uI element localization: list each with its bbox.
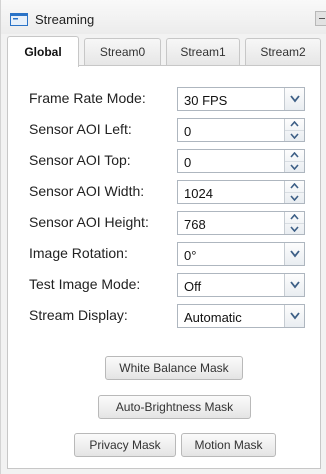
frame-rate-mode-label: Frame Rate Mode: [29, 90, 146, 106]
frame-rate-mode-value: 30 FPS [184, 93, 228, 108]
frame-rate-mode-select[interactable]: 30 FPS [177, 87, 305, 111]
chevron-down-icon[interactable] [285, 161, 304, 172]
tab-stream1[interactable]: Stream1 [166, 38, 240, 65]
sensor-aoi-height-value: 768 [184, 217, 206, 232]
tab-global[interactable]: Global [7, 36, 79, 67]
chevron-down-icon[interactable] [284, 274, 304, 296]
stream-tabs: Global Stream0 Stream1 Stream2 [1, 36, 326, 67]
sensor-aoi-top-label: Sensor AOI Top: [29, 152, 131, 168]
sensor-aoi-left-label: Sensor AOI Left: [29, 121, 132, 137]
chevron-down-icon[interactable] [284, 305, 304, 327]
collapse-icon[interactable] [315, 11, 326, 26]
stream-display-select[interactable]: Automatic [177, 304, 305, 328]
stream-display-label: Stream Display: [29, 307, 128, 323]
chevron-down-icon[interactable] [285, 130, 304, 141]
chevron-down-icon[interactable] [285, 223, 304, 234]
panel-titlebar[interactable]: Streaming [1, 0, 326, 34]
sensor-aoi-left-input[interactable]: 0 [177, 118, 305, 142]
image-rotation-select[interactable]: 0° [177, 242, 305, 266]
chevron-up-icon[interactable] [285, 181, 304, 192]
sensor-aoi-top-input[interactable]: 0 [177, 149, 305, 173]
chevron-up-icon[interactable] [285, 150, 304, 161]
image-rotation-value: 0° [184, 248, 197, 263]
sensor-aoi-width-value: 1024 [184, 186, 213, 201]
test-image-mode-label: Test Image Mode: [29, 276, 141, 292]
sensor-aoi-left-spinner [284, 119, 304, 141]
tab-stream2[interactable]: Stream2 [245, 38, 321, 65]
sensor-aoi-left-value: 0 [184, 124, 192, 139]
chevron-down-icon[interactable] [284, 243, 304, 265]
streaming-panel: Streaming Global Stream0 Stream1 Stream2… [0, 0, 326, 474]
test-image-mode-value: Off [184, 279, 202, 294]
test-image-mode-select[interactable]: Off [177, 273, 305, 297]
sensor-aoi-width-label: Sensor AOI Width: [29, 183, 145, 199]
sensor-aoi-width-input[interactable]: 1024 [177, 180, 305, 204]
motion-mask-button[interactable]: Motion Mask [181, 433, 276, 457]
chevron-up-icon[interactable] [285, 119, 304, 130]
chevron-down-icon[interactable] [284, 88, 304, 110]
chevron-up-icon[interactable] [285, 212, 304, 223]
streaming-panel-icon [10, 13, 28, 26]
stream-display-value: Automatic [184, 310, 242, 325]
white-balance-mask-button[interactable]: White Balance Mask [105, 356, 243, 380]
tab-stream0[interactable]: Stream0 [84, 38, 161, 65]
sensor-aoi-top-spinner [284, 150, 304, 172]
chevron-down-icon[interactable] [285, 192, 304, 203]
auto-brightness-mask-button[interactable]: Auto-Brightness Mask [98, 395, 251, 419]
privacy-mask-button[interactable]: Privacy Mask [74, 433, 176, 457]
sensor-aoi-height-input[interactable]: 768 [177, 211, 305, 235]
sensor-aoi-top-value: 0 [184, 155, 192, 170]
sensor-aoi-height-label: Sensor AOI Height: [29, 214, 149, 230]
sensor-aoi-height-spinner [284, 212, 304, 234]
image-rotation-label: Image Rotation: [29, 245, 128, 261]
panel-title: Streaming [35, 12, 95, 27]
sensor-aoi-width-spinner [284, 181, 304, 203]
